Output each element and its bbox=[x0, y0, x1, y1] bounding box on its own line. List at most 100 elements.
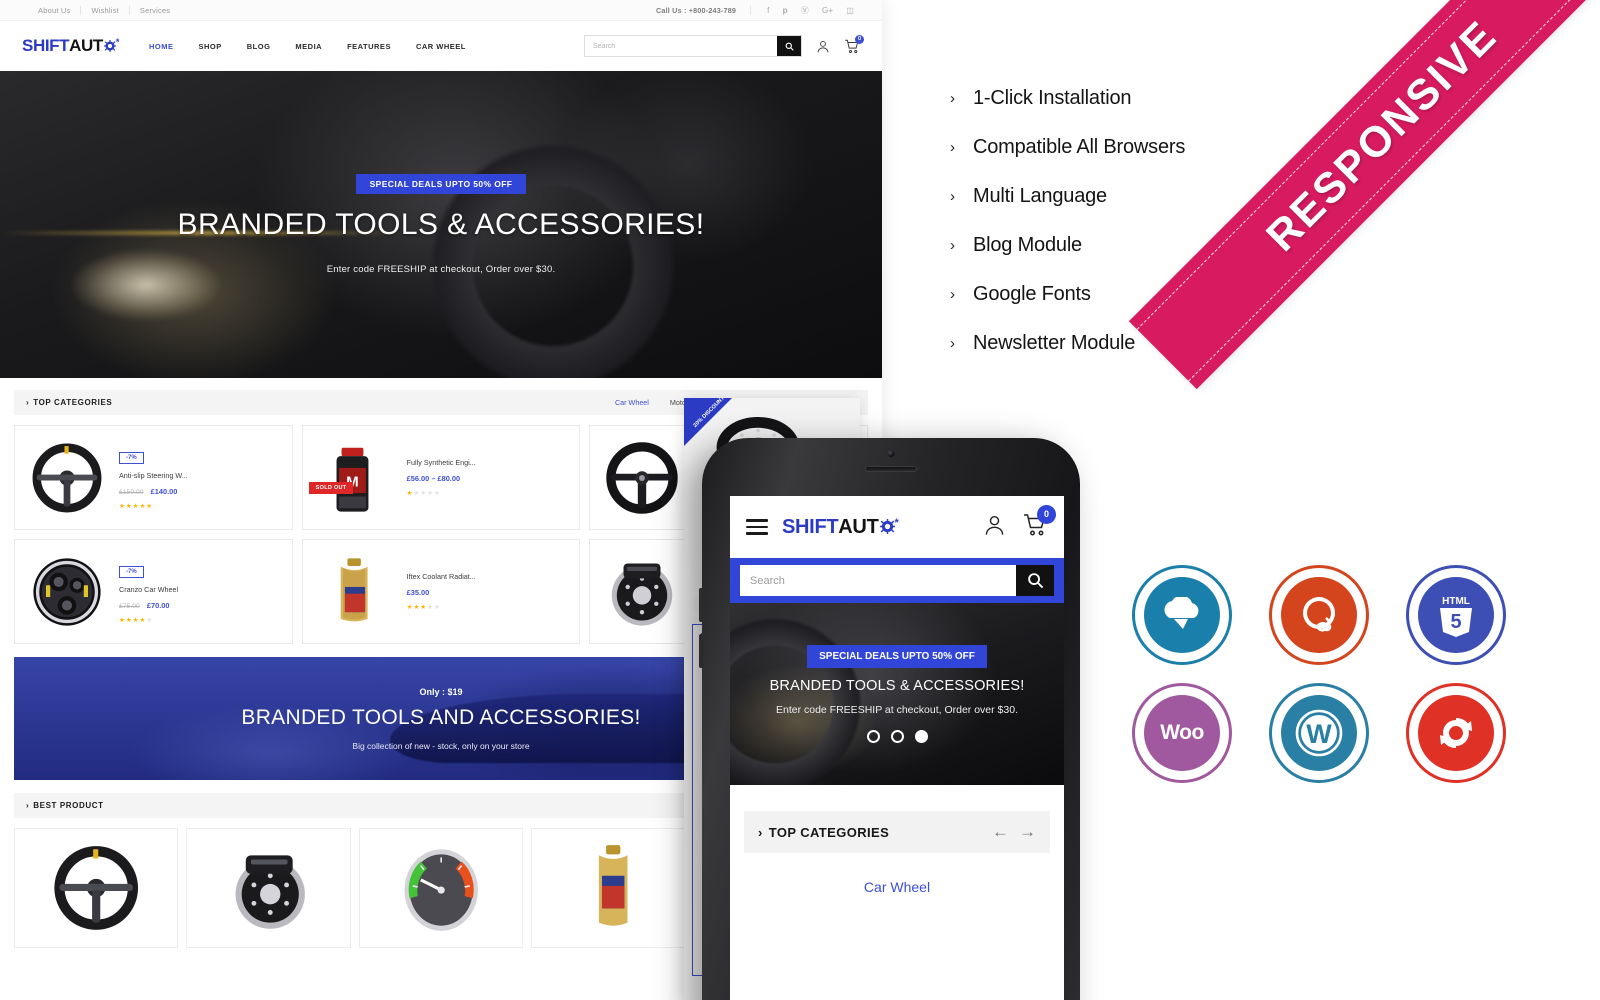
slider-dot-1[interactable] bbox=[866, 730, 880, 743]
nav-item-shop[interactable]: SHOP bbox=[198, 42, 221, 51]
best-product-card[interactable] bbox=[186, 828, 351, 948]
product-image bbox=[313, 546, 397, 638]
sold-out-badge: SOLD OUT bbox=[308, 481, 354, 494]
mobile-carousel-next-arrow[interactable]: → bbox=[1019, 822, 1036, 842]
product-image bbox=[235, 855, 306, 929]
gear-icon bbox=[879, 518, 895, 534]
product-price: £150.00 £140.00 bbox=[119, 487, 282, 496]
utility-link-about-us[interactable]: About Us bbox=[22, 5, 82, 15]
account-icon[interactable] bbox=[816, 39, 830, 54]
product-name[interactable]: Anti-slip Steering W... bbox=[119, 471, 282, 480]
mobile-logo[interactable]: SHIFT AUT * bbox=[782, 515, 899, 539]
product-card[interactable]: M SOLD OUT Fully Synthetic Engi... £56.0… bbox=[301, 425, 581, 530]
product-info: -7% Anti-slip Steering W... £150.00 £140… bbox=[119, 446, 282, 510]
cart-button[interactable]: 0 bbox=[844, 34, 864, 54]
product-name[interactable]: Fully Synthetic Engi... bbox=[407, 458, 570, 467]
mobile-search-bar bbox=[730, 558, 1064, 603]
woocommerce-icon: Woo bbox=[1132, 683, 1232, 783]
promo-subtitle: Big collection of new - stock, only on y… bbox=[352, 740, 530, 751]
phone-speaker bbox=[865, 466, 917, 472]
twitter-icon[interactable]: 𝐩 bbox=[783, 6, 788, 15]
pinterest-icon[interactable]: Ⓥ bbox=[801, 6, 809, 15]
instagram-icon[interactable]: ◫ bbox=[846, 6, 854, 15]
discount-badge: -7% bbox=[119, 565, 144, 578]
hero-content: SPECIAL DEALS UPTO 50% OFF BRANDED TOOLS… bbox=[0, 71, 882, 378]
mobile-logo-text-shift: SHIFT bbox=[782, 515, 839, 538]
hero-slider[interactable]: SPECIAL DEALS UPTO 50% OFF BRANDED TOOLS… bbox=[0, 71, 882, 378]
google-plus-icon[interactable]: G+ bbox=[822, 6, 833, 15]
header-actions: 0 bbox=[584, 34, 864, 57]
social-links[interactable]: f 𝐩 Ⓥ G+ ◫ bbox=[751, 6, 860, 15]
best-product-card[interactable] bbox=[358, 828, 524, 948]
best-product-card[interactable] bbox=[14, 828, 179, 948]
mobile-hero-content: SPECIAL DEALS UPTO 50% OFF BRANDED TOOLS… bbox=[730, 603, 1064, 785]
nav-item-blog[interactable]: BLOG bbox=[247, 42, 271, 51]
badge-ring bbox=[1406, 565, 1506, 665]
mobile-category-label[interactable]: Car Wheel bbox=[744, 879, 1050, 895]
slider-dot-3-active[interactable] bbox=[914, 730, 928, 743]
mobile-hero-title: BRANDED TOOLS & ACCESSORIES! bbox=[769, 678, 1025, 694]
product-rating: ★★★★★ bbox=[119, 616, 154, 624]
mobile-carousel-prev-arrow[interactable]: ← bbox=[992, 822, 1009, 842]
search-box[interactable] bbox=[584, 35, 802, 57]
chevron-right-icon: › bbox=[950, 90, 955, 107]
phone-screen: SHIFT AUT * 0 Search SPECIAL DEALS UPTO … bbox=[730, 496, 1064, 1000]
mobile-search-button[interactable] bbox=[1016, 565, 1054, 596]
chevron-right-icon: › bbox=[950, 335, 955, 352]
facebook-icon[interactable]: f bbox=[767, 6, 769, 15]
product-card[interactable]: Iftex Coolant Radiat... £35.00 ★★★★★ bbox=[301, 539, 581, 644]
nav-item-features[interactable]: FEATURES bbox=[347, 42, 391, 51]
best-product-card[interactable] bbox=[531, 828, 696, 948]
mobile-cart-button[interactable]: 0 bbox=[1022, 504, 1056, 542]
site-logo[interactable]: SHIFT AUT * bbox=[22, 36, 119, 56]
nav-item-car-wheel[interactable]: CAR WHEEL bbox=[416, 42, 466, 51]
best-product-title-text: BEST PRODUCT bbox=[33, 801, 104, 810]
hamburger-menu-icon[interactable] bbox=[746, 519, 768, 535]
utility-links: About Us Wishlist Services bbox=[22, 5, 180, 15]
promo-title: BRANDED TOOLS AND ACCESSORIES! bbox=[241, 705, 641, 729]
phone-camera bbox=[887, 450, 895, 457]
product-info: -7% Cranzo Car Wheel £75.00 £70.00 ★★★★★ bbox=[119, 560, 282, 624]
tab-car-wheel[interactable]: Car Wheel bbox=[615, 398, 649, 407]
feature-item: › 1-Click Installation bbox=[950, 74, 1370, 123]
search-input[interactable] bbox=[585, 36, 777, 56]
nav-item-media[interactable]: MEDIA bbox=[295, 42, 322, 51]
product-price-old: £150.00 bbox=[119, 488, 144, 496]
mobile-carousel-arrows: ← → bbox=[992, 822, 1036, 842]
product-info: Iftex Coolant Radiat... £35.00 ★★★★★ bbox=[407, 572, 570, 611]
discount-badge: -7% bbox=[119, 451, 144, 464]
product-card[interactable]: -7% Anti-slip Steering W... £150.00 £140… bbox=[14, 425, 293, 530]
mobile-hero-dots[interactable] bbox=[866, 730, 928, 743]
utility-link-wishlist[interactable]: Wishlist bbox=[81, 5, 130, 15]
search-button[interactable] bbox=[777, 36, 801, 56]
logo-text-shift: SHIFT bbox=[22, 36, 70, 55]
mobile-section-title-text: TOP CATEGORIES bbox=[768, 824, 890, 840]
utility-link-services[interactable]: Services bbox=[130, 6, 180, 15]
mobile-hero-slider[interactable]: SPECIAL DEALS UPTO 50% OFF BRANDED TOOLS… bbox=[730, 603, 1064, 785]
promo-price-label: Only : $19 bbox=[419, 686, 463, 697]
best-product-title: › BEST PRODUCT bbox=[26, 801, 104, 810]
product-price-new: £70.00 bbox=[146, 600, 170, 610]
product-price-new: £140.00 bbox=[150, 486, 178, 496]
mobile-logo-star: * bbox=[894, 516, 899, 529]
mobile-account-icon[interactable] bbox=[983, 513, 1006, 542]
product-card[interactable]: -7% Cranzo Car Wheel £75.00 £70.00 ★★★★★ bbox=[14, 539, 293, 644]
product-image bbox=[25, 432, 109, 524]
nav-item-home[interactable]: HOME bbox=[149, 42, 174, 51]
mobile-logo-text-auto: AUT bbox=[838, 515, 879, 538]
utility-right: Call Us : +800-243-789 f 𝐩 Ⓥ G+ ◫ bbox=[656, 5, 860, 15]
product-image bbox=[54, 846, 139, 930]
slider-dot-2[interactable] bbox=[890, 730, 904, 743]
product-rating: ★★★★★ bbox=[406, 604, 441, 611]
chevron-right-icon: › bbox=[950, 139, 955, 156]
call-us-text: Call Us : +800-243-789 bbox=[656, 5, 752, 15]
mobile-cart-icon bbox=[1022, 513, 1048, 541]
mobile-header: SHIFT AUT * 0 bbox=[730, 496, 1064, 558]
product-name[interactable]: Cranzo Car Wheel bbox=[119, 585, 282, 594]
top-categories-title: › TOP CATEGORIES bbox=[26, 398, 112, 407]
mobile-search-input[interactable] bbox=[740, 565, 1016, 596]
product-name[interactable]: Iftex Coolant Radiat... bbox=[407, 572, 570, 581]
product-image bbox=[600, 432, 684, 524]
free-updates-icon bbox=[1406, 683, 1506, 783]
phone-volume-up-button[interactable] bbox=[699, 588, 703, 622]
